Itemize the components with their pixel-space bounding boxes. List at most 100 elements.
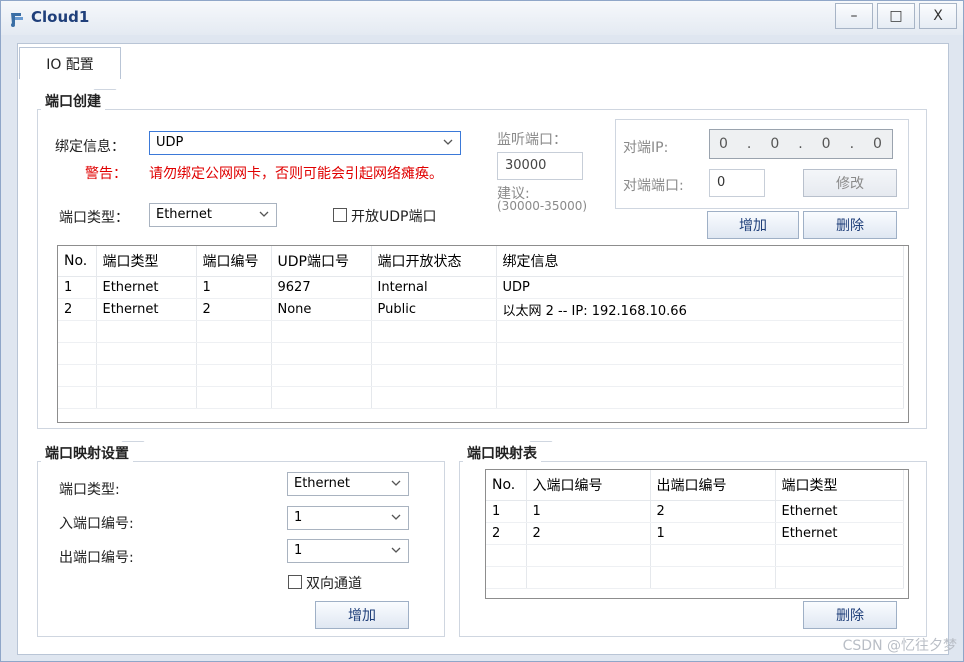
table-cell: 1 — [58, 276, 97, 299]
chevron-down-icon — [391, 480, 401, 486]
table-row[interactable]: 1 Ethernet 1 9627 Internal UDP — [58, 276, 904, 299]
col-no[interactable]: No. — [58, 246, 97, 277]
add-mapping-button[interactable]: 增加 — [315, 601, 409, 629]
table-cell: 1 — [486, 500, 527, 523]
mapping-table[interactable]: No. 入端口编号 出端口编号 端口类型 1 1 2 Ethernet 2 2 … — [485, 469, 909, 599]
col-open-state[interactable]: 端口开放状态 — [371, 246, 497, 277]
title-bar[interactable]: Cloud1 – □ X — [1, 1, 963, 35]
listen-port-label: 监听端口： — [497, 132, 567, 148]
warning-text: 请勿绑定公网网卡，否则可能会引起网络瘫痪。 — [149, 166, 443, 182]
bidirectional-label: 双向通道 — [306, 576, 362, 592]
table-cell: Ethernet — [96, 298, 197, 321]
col-bind-info[interactable]: 绑定信息 — [496, 246, 904, 277]
watermark: CSDN @忆往夕梦 — [842, 638, 957, 654]
table-cell: None — [271, 298, 372, 321]
minimize-icon: – — [850, 8, 858, 24]
table-cell: 2 — [650, 500, 776, 523]
table-header-row: No. 入端口编号 出端口编号 端口类型 — [486, 470, 904, 501]
table-cell: 以太网 2 -- IP: 192.168.10.66 — [496, 298, 904, 321]
chevron-down-icon — [259, 211, 269, 217]
peer-port-input[interactable]: 0 — [709, 169, 765, 197]
minimize-button[interactable]: – — [835, 3, 873, 29]
chevron-down-icon — [391, 514, 401, 520]
cloud1-window: Cloud1 – □ X IO 配置 端口创建 绑定信息： UDP 警告： 请勿… — [0, 0, 964, 662]
suggest-range: (30000-35000) — [497, 199, 588, 213]
col-no[interactable]: No. — [486, 470, 527, 501]
out-port-label: 出端口编号: — [59, 550, 134, 566]
window-title: Cloud1 — [31, 8, 90, 26]
table-cell: 2 — [526, 522, 651, 545]
table-row[interactable]: 2 2 1 Ethernet — [486, 522, 904, 545]
add-port-button[interactable]: 增加 — [707, 211, 799, 239]
empty-row — [58, 386, 904, 409]
port-create-title: 端口创建 — [41, 91, 105, 111]
col-port-number[interactable]: 端口编号 — [196, 246, 272, 277]
table-cell: UDP — [496, 276, 904, 299]
table-cell: 2 — [58, 298, 97, 321]
empty-row — [58, 364, 904, 387]
col-port-type[interactable]: 端口类型 — [96, 246, 197, 277]
in-port-value: 1 — [294, 510, 303, 525]
empty-row — [486, 544, 904, 567]
open-udp-label: 开放UDP端口 — [351, 209, 437, 225]
table-cell: Ethernet — [775, 522, 904, 545]
maximize-icon: □ — [889, 8, 903, 24]
col-port-type[interactable]: 端口类型 — [775, 470, 904, 501]
table-cell: 1 — [650, 522, 776, 545]
col-out-port[interactable]: 出端口编号 — [650, 470, 776, 501]
warning-label: 警告： — [85, 166, 127, 182]
mapping-settings-title: 端口映射设置 — [41, 443, 133, 463]
chevron-down-icon — [391, 547, 401, 553]
mapping-table-title: 端口映射表 — [463, 443, 541, 463]
table-cell: 1 — [196, 276, 272, 299]
tab-io-config[interactable]: IO 配置 — [19, 47, 121, 79]
port-type-value: Ethernet — [156, 207, 212, 222]
table-cell: Ethernet — [775, 500, 904, 523]
modify-button[interactable]: 修改 — [803, 169, 897, 197]
cloud-app-icon — [11, 13, 23, 27]
empty-row — [486, 566, 904, 589]
map-port-type-select[interactable]: Ethernet — [287, 472, 409, 496]
out-port-value: 1 — [294, 543, 303, 558]
port-type-select[interactable]: Ethernet — [149, 203, 277, 227]
close-icon: X — [933, 8, 943, 24]
empty-row — [58, 320, 904, 343]
in-port-select[interactable]: 1 — [287, 506, 409, 530]
table-row[interactable]: 2 Ethernet 2 None Public 以太网 2 -- IP: 19… — [58, 298, 904, 321]
col-in-port[interactable]: 入端口编号 — [526, 470, 651, 501]
listen-port-input[interactable]: 30000 — [497, 152, 583, 180]
peer-ip-label: 对端IP: — [623, 140, 669, 156]
table-cell: Internal — [371, 276, 497, 299]
close-button[interactable]: X — [919, 3, 957, 29]
peer-ip-input[interactable]: 0. 0. 0. 0 — [709, 129, 893, 159]
out-port-select[interactable]: 1 — [287, 539, 409, 563]
ip-octet: 0 — [770, 136, 781, 152]
maximize-button[interactable]: □ — [877, 3, 915, 29]
table-cell: 1 — [526, 500, 651, 523]
port-table[interactable]: No. 端口类型 端口编号 UDP端口号 端口开放状态 绑定信息 1 Ether… — [57, 245, 909, 423]
bind-info-label: 绑定信息： — [55, 139, 125, 155]
empty-row — [58, 342, 904, 365]
ip-octet: 0 — [873, 136, 883, 152]
peer-port-label: 对端端口: — [623, 178, 684, 194]
ip-octet: 0 — [821, 136, 832, 152]
delete-port-button[interactable]: 删除 — [803, 211, 897, 239]
port-type-label: 端口类型： — [59, 210, 129, 226]
open-udp-checkbox[interactable] — [333, 208, 347, 222]
ip-octet: 0 — [718, 136, 729, 152]
table-cell: 2 — [486, 522, 527, 545]
col-udp-port[interactable]: UDP端口号 — [271, 246, 372, 277]
in-port-label: 入端口编号: — [59, 516, 134, 532]
map-port-type-label: 端口类型: — [59, 482, 120, 498]
bidirectional-checkbox[interactable] — [288, 575, 302, 589]
bind-info-select[interactable]: UDP — [149, 131, 461, 155]
table-row[interactable]: 1 1 2 Ethernet — [486, 500, 904, 523]
delete-mapping-button[interactable]: 删除 — [803, 601, 897, 629]
chevron-down-icon — [443, 139, 453, 145]
map-port-type-value: Ethernet — [294, 476, 350, 491]
bind-info-value: UDP — [156, 135, 184, 150]
table-cell: Public — [371, 298, 497, 321]
table-cell: 2 — [196, 298, 272, 321]
table-cell: Ethernet — [96, 276, 197, 299]
table-header-row: No. 端口类型 端口编号 UDP端口号 端口开放状态 绑定信息 — [58, 246, 904, 277]
